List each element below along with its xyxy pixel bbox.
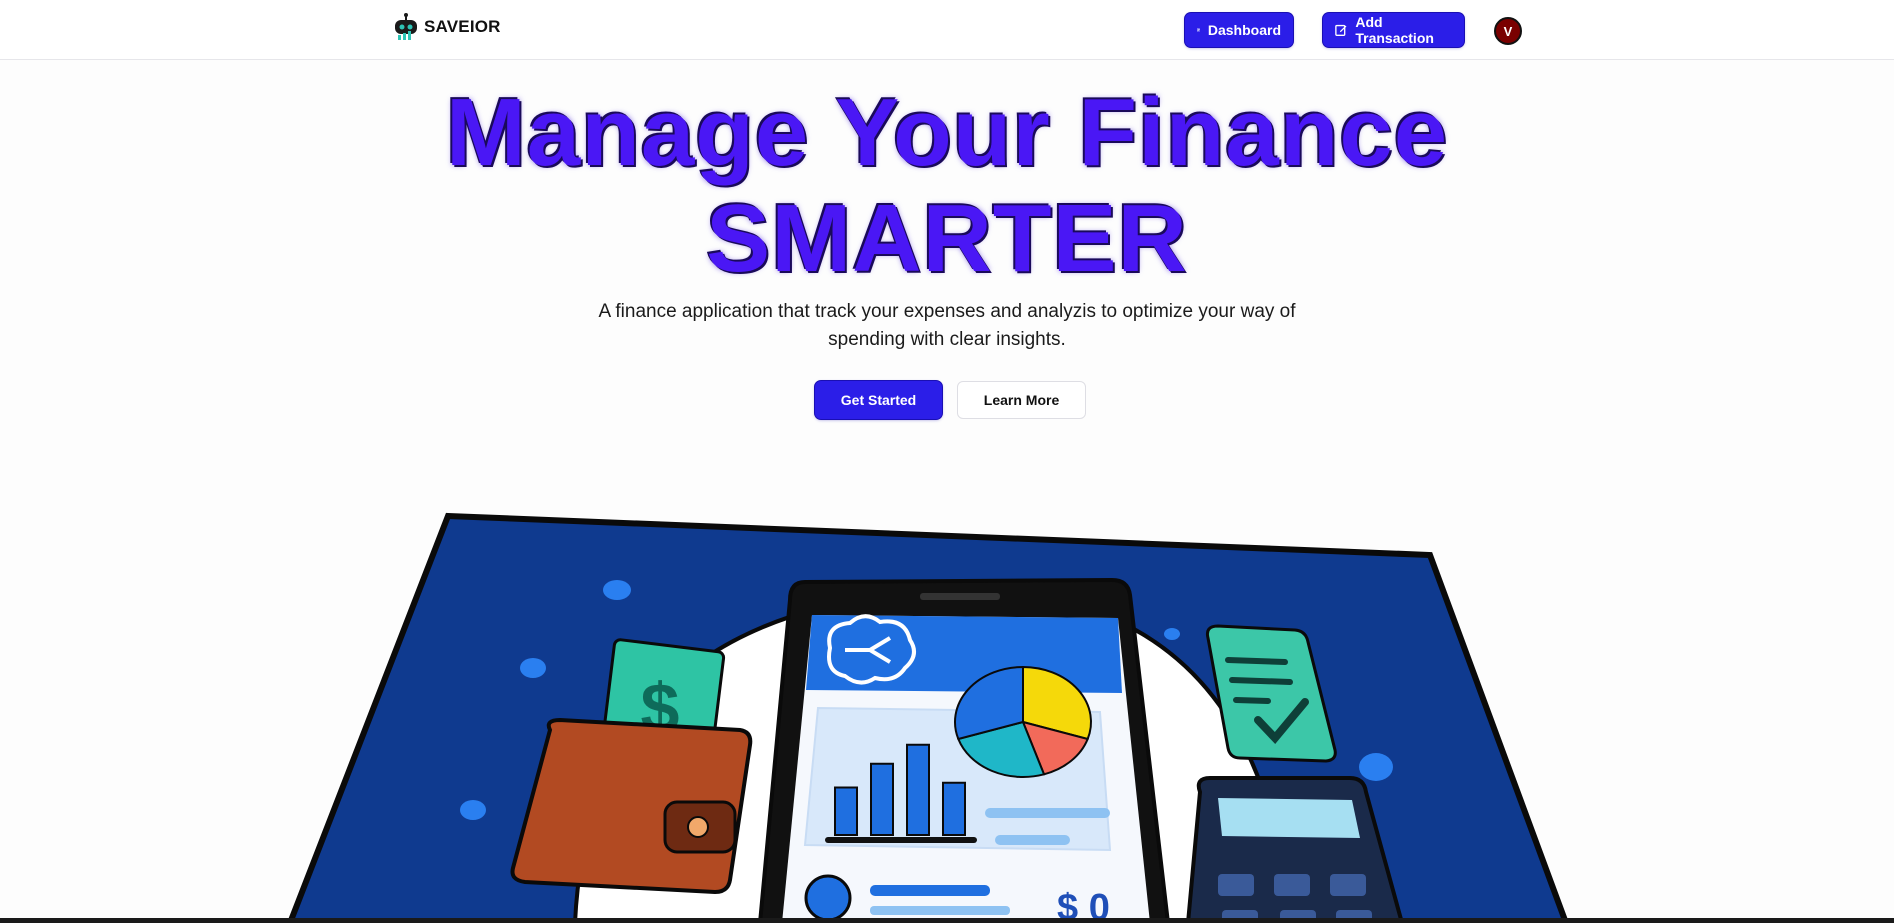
dashboard-button[interactable]: Dashboard	[1185, 13, 1293, 47]
hero-title-line1: Manage Your Finance	[445, 79, 1449, 186]
phone-bar	[870, 762, 894, 836]
phone-avatar-dot	[804, 874, 852, 922]
dot	[460, 800, 486, 820]
edit-icon	[1335, 24, 1347, 36]
dashboard-label: Dashboard	[1207, 22, 1281, 38]
top-navbar: SAVEIOR Dashboard Add Transaction V	[0, 0, 1894, 60]
learn-more-button[interactable]: Learn More	[957, 381, 1086, 419]
brand-name: SAVEIOR	[424, 17, 501, 36]
get-started-button[interactable]: Get Started	[815, 381, 942, 419]
add-transaction-button[interactable]: Add Transaction	[1323, 13, 1464, 47]
dot	[1359, 753, 1393, 781]
phone-bar	[834, 786, 858, 836]
hero-title-line2: SMARTER	[706, 185, 1188, 292]
phone-text-line	[995, 835, 1070, 845]
phone-text-line	[870, 906, 1010, 915]
hero-illustration: $ $ 0	[286, 512, 1570, 923]
dot	[1164, 628, 1180, 640]
phone-bar-axis	[825, 837, 977, 843]
bottom-divider	[0, 918, 1894, 923]
robot-chart-icon	[395, 13, 417, 40]
phone-mockup: $ 0	[757, 577, 1171, 923]
add-transaction-label: Add Transaction	[1355, 14, 1434, 46]
brand-logo[interactable]: SAVEIOR	[392, 12, 501, 42]
phone-text-line	[985, 808, 1110, 818]
hero-subtitle: A finance application that track your ex…	[598, 301, 1296, 350]
phone-text-line	[870, 885, 990, 896]
phone-bar	[942, 781, 966, 836]
calculator-icon	[1185, 776, 1405, 923]
user-avatar[interactable]: V	[1494, 17, 1522, 45]
dot	[603, 580, 631, 600]
dot	[520, 658, 546, 678]
pie-chart-icon	[954, 665, 1092, 778]
grid-icon	[1197, 28, 1200, 32]
phone-bar	[906, 743, 930, 836]
